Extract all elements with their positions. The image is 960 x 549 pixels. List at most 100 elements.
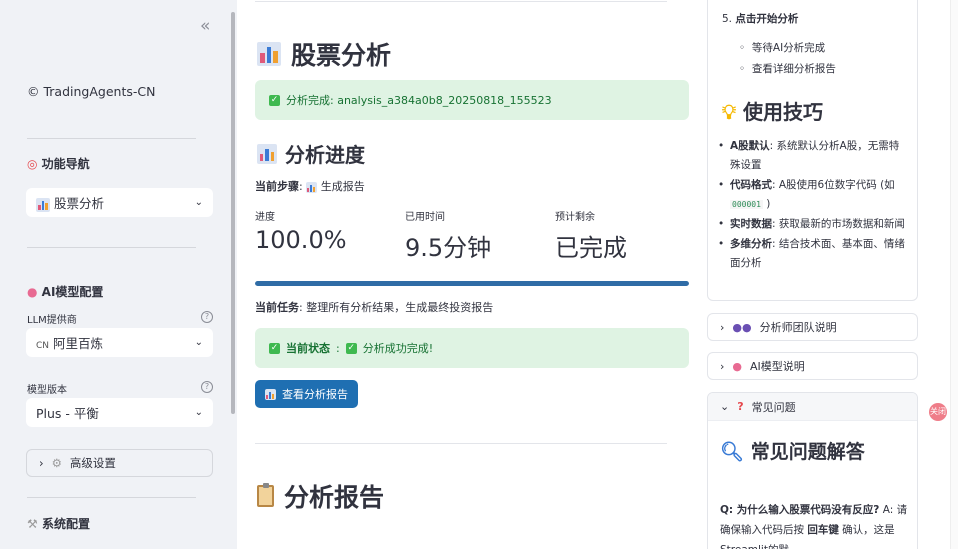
brand-name: TradingAgents-CN [43,84,156,99]
floating-assistant-button[interactable]: 关闭 [929,403,947,421]
ai-model-label: AI模型说明 [750,360,805,373]
sidebar-scrollbar[interactable] [231,12,235,414]
list-item: 实时数据: 获取最新的市场数据和新闻 [718,215,908,234]
faq-title: 🔍︎ 常见问题解答 [720,440,910,465]
ai-model-expander[interactable]: › ● AI模型说明 [707,352,918,380]
floating-assistant-label: 关闭 [930,407,946,416]
gear-icon: ⚙ [51,456,62,470]
status-alert: ✓ 当前状态: ✓ 分析成功完成! [255,328,689,368]
main-content: 股票分析 ✓ 分析完成: analysis_a384a0b8_20250818_… [237,0,703,549]
faq-title-text: 常见问题解答 [750,441,865,463]
faq-expander-header[interactable]: ⌄ ? 常见问题 [708,393,917,421]
page-title-text: 股票分析 [291,41,392,70]
question-icon: ? [737,400,744,413]
chevron-right-icon: › [39,456,44,470]
report-heading: 分析报告 [257,478,384,514]
help-icon[interactable]: ? [201,381,213,393]
bar-chart-icon [257,143,277,164]
status-value: 分析成功完成! [362,342,434,355]
step-5: 5. 点击开始分析 [722,11,798,26]
divider [27,138,196,139]
tip-text-tail: ) [762,198,771,210]
view-report-button[interactable]: 查看分析报告 [255,380,358,408]
metric-progress-label: 进度 [255,212,275,223]
divider [255,1,667,2]
step-5-item: ◦ 等待AI分析完成 [739,40,825,55]
tip-text: : A股使用6位数字代码 (如 [772,179,895,191]
chevron-right-icon: › [720,320,725,334]
advanced-settings-expander[interactable]: › ⚙ 高级设置 [26,449,213,477]
tip-title: 多维分析 [730,238,772,250]
list-item: A股默认: 系统默认分析A股，无需特殊设置 [718,137,908,175]
current-step-value: 生成报告 [320,180,365,193]
model-version-label: 模型版本 [27,385,67,396]
tip-title: 代码格式 [730,179,772,191]
copyright-icon: © [27,84,40,99]
nav-select[interactable]: 股票分析 ⌄ [26,188,213,217]
list-item: 多维分析: 结合技术面、基本面、情绪面分析 [718,235,908,273]
help-icon[interactable]: ? [201,311,213,323]
list-item: 代码格式: A股使用6位数字代码 (如 000001 ) [718,176,908,214]
progress-heading-text: 分析进度 [285,143,365,167]
step-5-label: 点击开始分析 [735,13,799,25]
bar-chart-icon [36,197,50,212]
analyst-team-label: 分析师团队说明 [759,321,837,334]
model-version-select[interactable]: Plus - 平衡 ⌄ [26,398,213,427]
code-snippet: 000001 [730,200,763,209]
progress-bar-fill [255,281,689,286]
check-icon: ✓ [269,94,280,106]
page-scrollbar[interactable] [950,0,958,549]
tips-list: A股默认: 系统默认分析A股，无需特殊设置 代码格式: A股使用6位数字代码 (… [718,137,908,274]
nav-heading-label: 功能导航 [41,157,90,171]
metric-elapsed-label: 已用时间 [405,212,445,223]
chevron-down-icon: ⌄ [720,400,730,413]
collapse-sidebar-button[interactable]: « [200,16,210,36]
progress-heading: 分析进度 [257,139,365,168]
metric-progress-value: 100.0% [255,226,347,254]
view-report-label: 查看分析报告 [282,388,348,401]
system-config-heading: ⚒ 系统配置 [27,515,90,532]
ai-config-heading: ● AI模型配置 [27,283,103,300]
advanced-settings-label: 高级设置 [69,456,116,470]
step-5-item-text: 等待AI分析完成 [751,42,826,54]
step-5-item: ◦ 查看详细分析报告 [739,61,836,76]
bar-chart-icon [306,181,318,193]
page-title: 股票分析 [257,36,391,72]
faq-entry: Q: 为什么输入股票代码没有反应? A: 请确保输入代码后按 回车键 确认，这是… [720,500,912,549]
chevron-down-icon: ⌄ [194,197,203,208]
current-task-value: 整理所有分析结果，生成最终投资报告 [306,301,494,314]
success-alert: ✓ 分析完成: analysis_a384a0b8_20250818_15552… [255,80,689,120]
nav-select-text: 股票分析 [54,196,105,211]
wrench-icon: ⚒ [27,517,38,531]
brain-icon: ● [732,359,743,373]
people-icon: ●● [732,320,752,334]
status-label: 当前状态 [286,342,330,355]
nav-heading: ◎ 功能导航 [27,155,90,172]
clipboard-icon [257,483,274,507]
faq-answer-key: 回车键 [807,524,839,536]
brain-icon: ● [27,285,38,299]
tip-text: : 获取最新的市场数据和新闻 [772,218,905,230]
check-icon: ✓ [269,342,280,354]
report-heading-text: 分析报告 [284,483,385,512]
faq-expander: ⌄ ? 常见问题 🔍︎ 常见问题解答 Q: 为什么输入股票代码没有反应? A: … [707,392,918,549]
ai-config-label: AI模型配置 [41,285,104,299]
faq-question: Q: 为什么输入股票代码没有反应? [720,504,880,516]
success-message: 分析完成: analysis_a384a0b8_20250818_155523 [286,94,552,107]
current-task-label: 当前任务 [255,301,299,314]
llm-provider-label: LLM提供商 [27,315,77,326]
metric-remaining-value: 已完成 [555,234,627,262]
metric-elapsed-value: 9.5分钟 [405,234,492,262]
help-panel: 5. 点击开始分析 ◦ 等待AI分析完成 ◦ 查看详细分析报告 💡︎ 使用技巧 … [703,0,960,549]
llm-provider-text: 阿里百炼 [53,336,104,351]
app-window: « © TradingAgents-CN ◎ 功能导航 股票分析 ⌄ ● AI模… [0,0,960,549]
current-task: 当前任务: 整理所有分析结果，生成最终投资报告 [255,301,494,314]
bar-chart-icon [257,42,281,66]
target-icon: ◎ [27,157,38,171]
analyst-team-expander[interactable]: › ●● 分析师团队说明 [707,313,918,341]
bullet-icon: ◦ [739,42,746,54]
current-step-label: 当前步骤 [255,180,299,193]
metric-remaining-label: 预计剩余 [555,212,595,223]
divider [255,443,667,444]
llm-provider-select[interactable]: CN 阿里百炼 ⌄ [26,328,213,357]
